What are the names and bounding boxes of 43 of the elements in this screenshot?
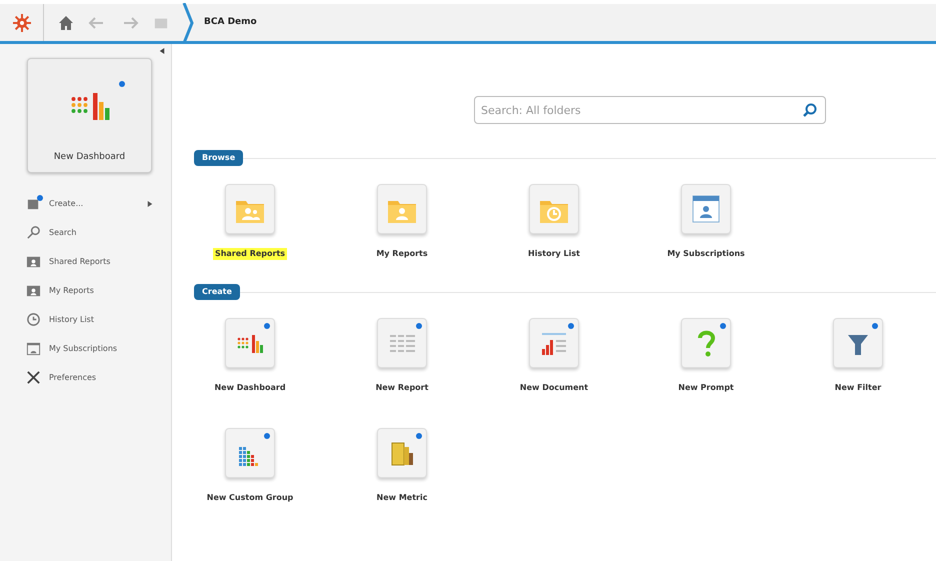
tile-button[interactable] — [377, 184, 427, 234]
search-field[interactable]: Search: All folders — [474, 96, 826, 124]
tile-label[interactable]: New Document — [518, 382, 590, 394]
tile-button[interactable] — [681, 318, 731, 368]
tile-button[interactable] — [529, 184, 579, 234]
collapse-arrow-icon[interactable] — [159, 48, 165, 54]
tile-label[interactable]: New Dashboard — [212, 382, 288, 394]
tile-label[interactable]: New Custom Group — [204, 492, 296, 504]
tile-label[interactable]: New Prompt — [676, 382, 736, 394]
tile-button[interactable] — [225, 318, 275, 368]
tile-button[interactable] — [681, 184, 731, 234]
home-icon[interactable] — [58, 14, 74, 30]
tile-button[interactable] — [377, 428, 427, 478]
tile-label[interactable]: My Subscriptions — [665, 248, 747, 260]
section-header: Create — [194, 284, 240, 300]
search-icon[interactable] — [802, 102, 818, 118]
sidebar-item[interactable]: My Reports — [26, 282, 165, 299]
sidebar-item[interactable]: Create... — [26, 195, 165, 212]
shared-icon — [26, 254, 41, 269]
tile-label[interactable]: New Metric — [374, 492, 430, 504]
tile-button[interactable] — [833, 318, 883, 368]
sidebar-item[interactable]: History List — [26, 311, 165, 328]
tile-label[interactable]: History List — [526, 248, 582, 260]
sun-logo-icon[interactable] — [12, 12, 32, 32]
sidebar-item[interactable]: Search — [26, 224, 165, 241]
myreports-icon — [26, 283, 41, 298]
tile-label[interactable]: Shared Reports — [212, 248, 288, 260]
tile-label[interactable]: My Reports — [374, 248, 430, 260]
sidebar-item[interactable]: Preferences — [26, 369, 165, 386]
section-header: Browse — [194, 150, 244, 166]
tile-button[interactable] — [225, 184, 275, 234]
tile-button[interactable] — [529, 318, 579, 368]
history-icon — [26, 312, 41, 327]
tile-button[interactable] — [377, 318, 427, 368]
sidebar-item[interactable]: Shared Reports — [26, 253, 165, 270]
new-dashboard-card[interactable]: New Dashboard — [27, 58, 152, 173]
breadcrumb-link[interactable]: BCA Demo — [204, 16, 257, 30]
search-icon — [26, 225, 41, 240]
tile-label[interactable]: New Report — [374, 382, 430, 394]
subscriptions-icon — [26, 341, 41, 356]
sidebar-item[interactable]: My Subscriptions — [26, 340, 165, 357]
tile-button[interactable] — [225, 428, 275, 478]
tile-label[interactable]: New Filter — [832, 382, 884, 394]
